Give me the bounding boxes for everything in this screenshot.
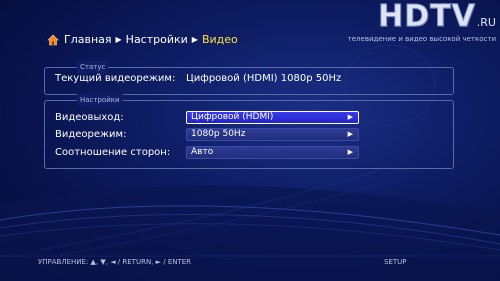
video-output-label: Видеовыход: bbox=[55, 112, 124, 123]
chevron-right-icon: ▶ bbox=[115, 35, 122, 44]
status-panel-title: Статус bbox=[77, 61, 109, 73]
watermark: HDTV.RU телевидение и видео высокой четк… bbox=[347, 0, 496, 43]
watermark-domain: .RU bbox=[476, 16, 496, 29]
aspect-ratio-label: Соотношение сторон: bbox=[55, 147, 171, 158]
footer-controls-hint: УПРАВЛЕНИЕ: ▲, ▼, ◄ / RETURN, ► / ENTER bbox=[38, 258, 192, 266]
breadcrumb-video: Видео bbox=[201, 33, 238, 46]
video-mode-value: 1080p 50Hz bbox=[191, 129, 246, 139]
footer-setup-label: SETUP bbox=[384, 258, 407, 266]
chevron-right-icon: ▶ bbox=[347, 130, 353, 138]
breadcrumb-settings[interactable]: Настройки bbox=[126, 33, 188, 46]
chevron-right-icon: ▶ bbox=[347, 113, 353, 121]
video-mode-label: Видеорежим: bbox=[55, 129, 127, 140]
watermark-tagline: телевидение и видео высокой четкости bbox=[347, 35, 496, 43]
watermark-logo: HDTV.RU bbox=[348, 0, 496, 34]
status-panel: Статус Текущий видеорежим: Цифровой (HDM… bbox=[44, 61, 454, 95]
chevron-right-icon: ▶ bbox=[347, 148, 353, 156]
current-mode-label: Текущий видеорежим: bbox=[55, 73, 176, 84]
aspect-ratio-value: Авто bbox=[191, 147, 214, 157]
aspect-ratio-select[interactable]: Авто ▶ bbox=[186, 146, 359, 159]
video-mode-select[interactable]: 1080p 50Hz ▶ bbox=[186, 128, 359, 141]
home-icon bbox=[47, 34, 59, 45]
video-output-value: Цифровой (HDMI) bbox=[191, 112, 274, 122]
watermark-logo-text: HDTV bbox=[378, 0, 476, 34]
breadcrumb-home[interactable]: Главная bbox=[64, 33, 112, 46]
breadcrumb: Главная ▶ Настройки ▶ Видео bbox=[47, 33, 238, 46]
settings-panel-title: Настройки bbox=[77, 94, 123, 106]
settings-panel: Настройки Видеовыход: Цифровой (HDMI) ▶ … bbox=[44, 94, 454, 169]
chevron-right-icon: ▶ bbox=[191, 35, 198, 44]
current-mode-value: Цифровой (HDMI) 1080p 50Hz bbox=[186, 73, 342, 84]
video-output-select[interactable]: Цифровой (HDMI) ▶ bbox=[186, 111, 359, 124]
